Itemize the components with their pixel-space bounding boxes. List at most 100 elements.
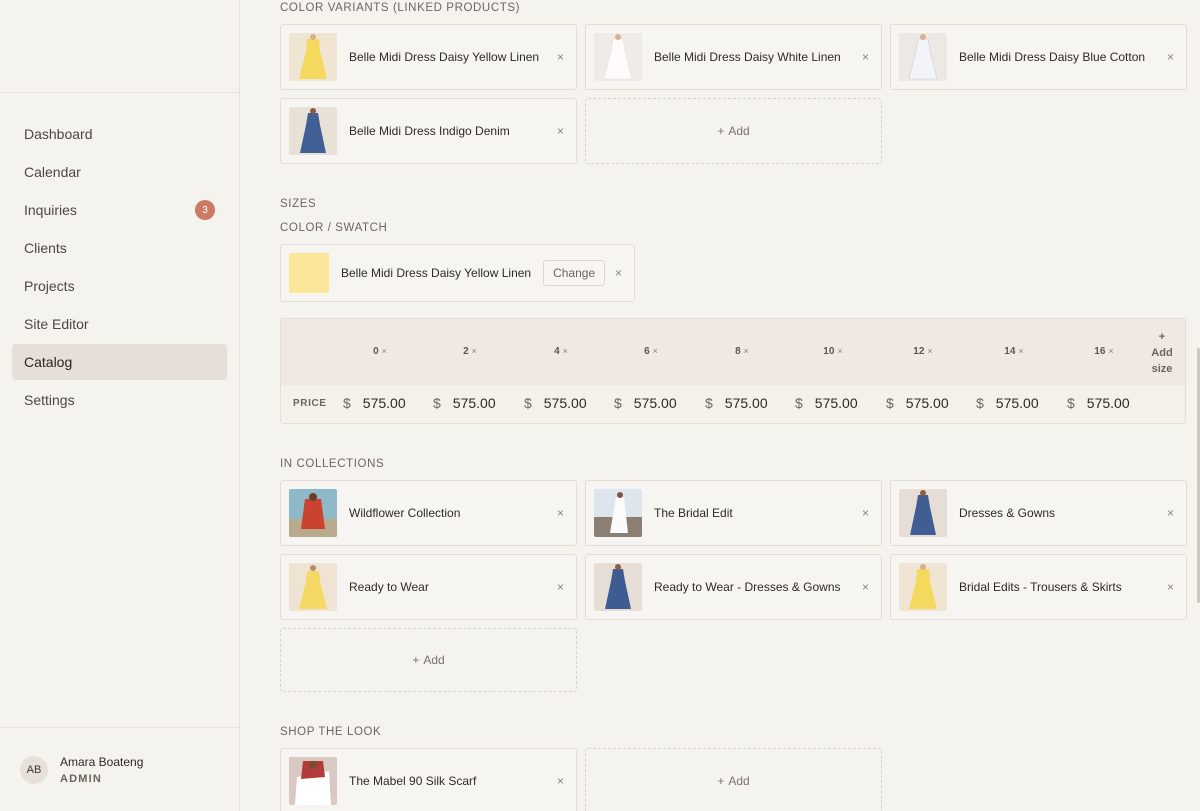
price-value: 575.00 — [995, 395, 1039, 411]
color-swatch-heading: COLOR / SWATCH — [280, 222, 388, 234]
sidebar-item-projects[interactable]: Projects — [12, 268, 227, 304]
price-row: PRICE $575.00 $575.00 $575.00 $575.00 $5… — [281, 385, 1185, 423]
collection-card[interactable]: Bridal Edits - Trousers & Skirts × — [890, 554, 1187, 620]
collection-name: The Bridal Edit — [654, 506, 733, 520]
price-input[interactable]: $575.00 — [433, 395, 496, 411]
sidebar-nav: Dashboard Calendar Inquiries 3 Clients Pr… — [0, 93, 239, 418]
collection-thumbnail — [594, 563, 642, 611]
plus-icon: + — [1158, 331, 1166, 343]
collection-card[interactable]: The Bridal Edit × — [585, 480, 882, 546]
price-input[interactable]: $575.00 — [795, 395, 858, 411]
remove-icon[interactable]: × — [557, 124, 564, 138]
remove-icon[interactable]: × — [557, 50, 564, 64]
remove-icon[interactable]: × — [557, 506, 564, 520]
color-swatch-card: Belle Midi Dress Daisy Yellow Linen Chan… — [280, 244, 635, 302]
product-thumbnail — [899, 33, 947, 81]
price-input[interactable]: $575.00 — [524, 395, 587, 411]
remove-icon[interactable]: × — [1167, 50, 1174, 64]
price-input[interactable]: $575.00 — [976, 395, 1039, 411]
remove-icon[interactable]: × — [615, 266, 622, 280]
price-input[interactable]: $575.00 — [1067, 395, 1130, 411]
variant-name: Belle Midi Dress Indigo Denim — [349, 124, 510, 138]
collection-card[interactable]: Ready to Wear - Dresses & Gowns × — [585, 554, 882, 620]
remove-icon[interactable]: × — [862, 506, 869, 520]
remove-icon[interactable]: × — [1167, 506, 1174, 520]
collection-thumbnail — [289, 563, 337, 611]
collection-card[interactable]: Ready to Wear × — [280, 554, 577, 620]
sidebar-item-label: Projects — [24, 278, 75, 294]
sidebar-item-catalog[interactable]: Catalog — [12, 344, 227, 380]
price-row-label: PRICE — [293, 398, 327, 409]
size-column-header: 4 × — [516, 346, 606, 357]
remove-icon[interactable]: × — [557, 774, 564, 788]
collection-card[interactable]: Wildflower Collection × — [280, 480, 577, 546]
currency-symbol: $ — [886, 395, 894, 411]
sidebar-item-dashboard[interactable]: Dashboard — [12, 116, 227, 152]
shop-look-card[interactable]: The Mabel 90 Silk Scarf × — [280, 748, 577, 811]
add-variant-button[interactable]: + Add — [585, 98, 882, 164]
price-input[interactable]: $575.00 — [705, 395, 768, 411]
collection-name: Ready to Wear - Dresses & Gowns — [654, 580, 841, 594]
add-label: Add — [728, 774, 750, 788]
sidebar-item-inquiries[interactable]: Inquiries 3 — [12, 192, 227, 228]
remove-icon[interactable]: × — [744, 346, 749, 356]
size-value: 0 — [373, 346, 379, 357]
collection-card[interactable]: Dresses & Gowns × — [890, 480, 1187, 546]
remove-icon[interactable]: × — [382, 346, 387, 356]
plus-icon: + — [717, 774, 725, 788]
sidebar-item-settings[interactable]: Settings — [12, 382, 227, 418]
remove-icon[interactable]: × — [472, 346, 477, 356]
sidebar-item-label: Site Editor — [24, 316, 89, 332]
add-look-item-button[interactable]: + Add — [585, 748, 882, 811]
variant-card[interactable]: Belle Midi Dress Daisy Yellow Linen × — [280, 24, 577, 90]
product-name: The Mabel 90 Silk Scarf — [349, 774, 477, 788]
variant-card[interactable]: Belle Midi Dress Daisy White Linen × — [585, 24, 882, 90]
sidebar-item-site-editor[interactable]: Site Editor — [12, 306, 227, 342]
remove-icon[interactable]: × — [862, 580, 869, 594]
remove-icon[interactable]: × — [862, 50, 869, 64]
remove-icon[interactable]: × — [927, 346, 932, 356]
remove-icon[interactable]: × — [837, 346, 842, 356]
currency-symbol: $ — [343, 395, 351, 411]
product-thumbnail — [289, 107, 337, 155]
sizes-heading: SIZES — [280, 198, 317, 210]
currency-symbol: $ — [976, 395, 984, 411]
add-size-button[interactable]: + Add size — [1143, 329, 1181, 377]
price-input[interactable]: $575.00 — [886, 395, 949, 411]
variant-name: Belle Midi Dress Daisy Blue Cotton — [959, 50, 1146, 64]
change-swatch-button[interactable]: Change — [543, 260, 606, 286]
collection-thumbnail — [594, 489, 642, 537]
currency-symbol: $ — [524, 395, 532, 411]
remove-icon[interactable]: × — [557, 580, 564, 594]
remove-icon[interactable]: × — [1018, 346, 1023, 356]
swatch-name: Belle Midi Dress Daisy Yellow Linen — [341, 266, 532, 280]
remove-icon[interactable]: × — [1108, 346, 1113, 356]
currency-symbol: $ — [1067, 395, 1075, 411]
add-collection-button[interactable]: + Add — [280, 628, 577, 692]
sidebar-item-label: Dashboard — [24, 126, 93, 142]
remove-icon[interactable]: × — [1167, 580, 1174, 594]
sidebar-item-clients[interactable]: Clients — [12, 230, 227, 266]
remove-icon[interactable]: × — [563, 346, 568, 356]
price-value: 575.00 — [905, 395, 949, 411]
size-column-header: 12 × — [878, 346, 968, 357]
price-input[interactable]: $575.00 — [343, 395, 406, 411]
price-value: 575.00 — [543, 395, 587, 411]
remove-icon[interactable]: × — [653, 346, 658, 356]
price-value: 575.00 — [633, 395, 677, 411]
price-value: 575.00 — [1086, 395, 1130, 411]
sidebar-item-label: Inquiries — [24, 202, 77, 218]
color-swatch — [289, 253, 329, 293]
variant-card[interactable]: Belle Midi Dress Indigo Denim × — [280, 98, 577, 164]
size-column-header: 16 × — [1059, 346, 1149, 357]
price-input[interactable]: $575.00 — [614, 395, 677, 411]
user-info: Amara Boateng ADMIN — [60, 755, 143, 785]
add-label: Add — [728, 124, 750, 138]
currency-symbol: $ — [433, 395, 441, 411]
variant-card[interactable]: Belle Midi Dress Daisy Blue Cotton × — [890, 24, 1187, 90]
collections-heading: IN COLLECTIONS — [280, 458, 385, 470]
sidebar-item-calendar[interactable]: Calendar — [12, 154, 227, 190]
size-value: 4 — [554, 346, 560, 357]
user-profile[interactable]: AB Amara Boateng ADMIN — [0, 727, 239, 811]
add-size-label: Add size — [1151, 347, 1173, 375]
